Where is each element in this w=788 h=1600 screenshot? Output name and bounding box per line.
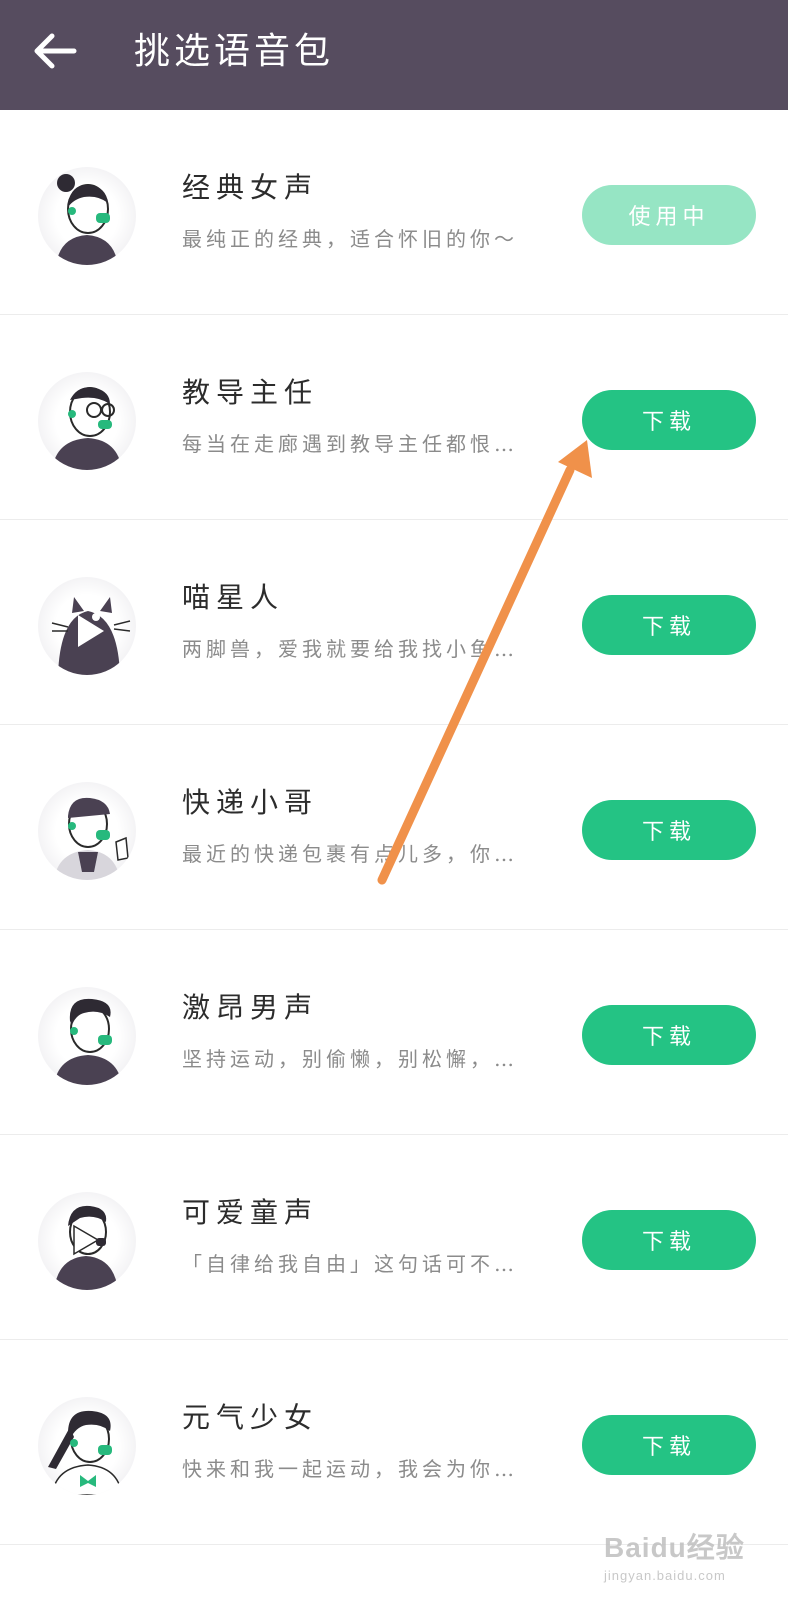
voice-pack-description: 快来和我一起运动，我会为你… <box>182 1457 518 1481</box>
page-title: 挑选语音包 <box>134 31 335 72</box>
voice-pack-item[interactable]: 可爱童声 「自律给我自由」这句话可不… 下载 <box>0 1135 788 1340</box>
voice-pack-description: 最近的快递包裹有点儿多，你… <box>182 842 518 866</box>
top-bar: 挑选语音包 <box>0 0 788 110</box>
passionate-male-avatar-icon <box>38 987 136 1085</box>
baidu-watermark: Baidu经验 jingyan.baidu.com <box>604 1526 780 1590</box>
voice-pack-name: 喵星人 <box>182 581 285 614</box>
dean-avatar-icon <box>38 372 136 470</box>
back-button[interactable] <box>30 26 80 76</box>
voice-pack-list: 经典女声 最纯正的经典，适合怀旧的你～ 使用中 教导主任 每当在走廊遇到教导主任… <box>0 110 788 1545</box>
download-button[interactable]: 下载 <box>582 595 756 655</box>
voice-pack-name: 可爱童声 <box>182 1196 319 1229</box>
voice-pack-name: 经典女声 <box>182 171 319 204</box>
download-button[interactable]: 下载 <box>582 1415 756 1475</box>
classic-female-avatar-icon <box>38 167 136 265</box>
voice-pack-name: 教导主任 <box>182 376 319 409</box>
download-button[interactable]: 下载 <box>582 390 756 450</box>
voice-pack-description: 最纯正的经典，适合怀旧的你～ <box>182 227 518 251</box>
download-button[interactable]: 下载 <box>582 1005 756 1065</box>
voice-pack-item[interactable]: 快递小哥 最近的快递包裹有点儿多，你… 下载 <box>0 725 788 930</box>
download-button[interactable]: 下载 <box>582 1210 756 1270</box>
voice-pack-item[interactable]: 激昂男声 坚持运动，别偷懒，别松懈，… 下载 <box>0 930 788 1135</box>
voice-pack-name: 快递小哥 <box>182 786 319 819</box>
back-arrow-icon <box>34 33 77 69</box>
voice-pack-name: 激昂男声 <box>182 991 319 1024</box>
voice-pack-description: 每当在走廊遇到教导主任都恨… <box>182 432 518 456</box>
cat-avatar-icon <box>38 577 136 675</box>
voice-pack-name: 元气少女 <box>182 1401 319 1434</box>
voice-pack-item[interactable]: 教导主任 每当在走廊遇到教导主任都恨… 下载 <box>0 315 788 520</box>
voice-pack-description: 坚持运动，别偷懒，别松懈，… <box>182 1047 518 1071</box>
watermark-logo: Baidu经验 <box>604 1532 745 1563</box>
voice-pack-item[interactable]: 经典女声 最纯正的经典，适合怀旧的你～ 使用中 <box>0 110 788 315</box>
courier-avatar-icon <box>38 782 136 880</box>
voice-pack-description: 两脚兽，爱我就要给我找小鱼… <box>182 637 518 661</box>
download-button[interactable]: 下载 <box>582 800 756 860</box>
voice-pack-item[interactable]: 喵星人 两脚兽，爱我就要给我找小鱼… 下载 <box>0 520 788 725</box>
energetic-girl-avatar-icon <box>38 1397 136 1495</box>
watermark-url: jingyan.baidu.com <box>604 1568 726 1583</box>
child-avatar-icon <box>38 1192 136 1290</box>
in-use-button[interactable]: 使用中 <box>582 185 756 245</box>
voice-pack-item[interactable]: 元气少女 快来和我一起运动，我会为你… 下载 <box>0 1340 788 1545</box>
voice-pack-description: 「自律给我自由」这句话可不… <box>182 1252 518 1276</box>
